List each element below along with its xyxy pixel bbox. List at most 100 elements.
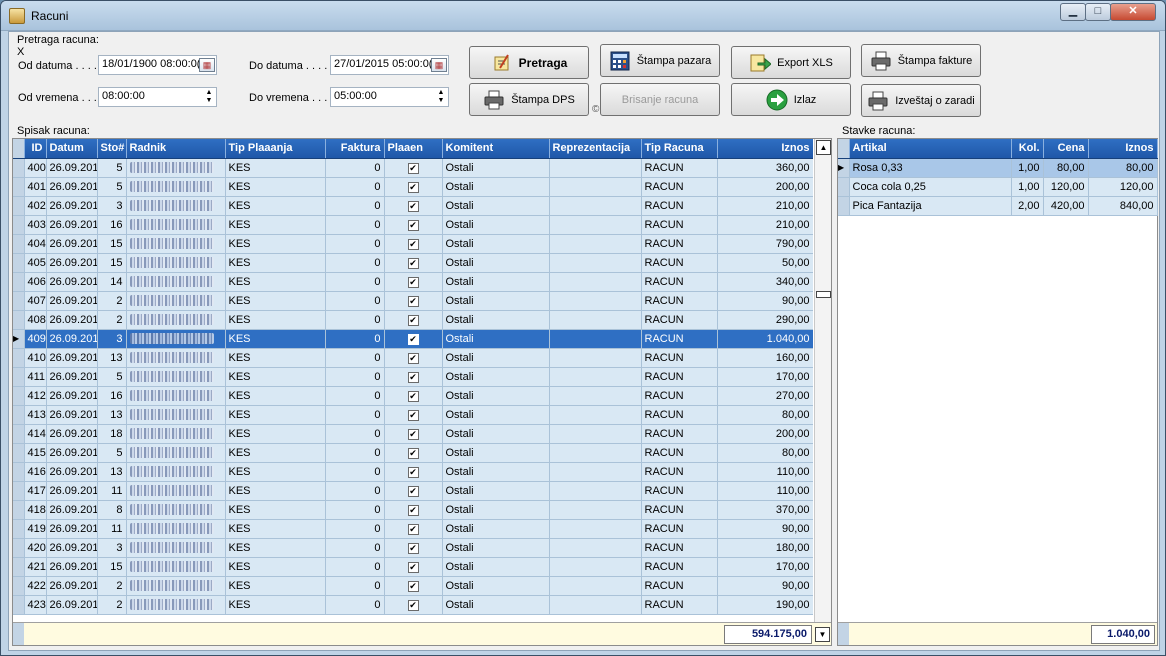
minimize-button[interactable]: ▁ — [1060, 3, 1086, 21]
table-row[interactable]: 411 26.09.201 5 KES 0 ✔ Ostali RACUN 170,00 — [13, 367, 813, 387]
table-row[interactable]: 404 26.09.201 15 KES 0 ✔ Ostali RACUN 790,00 — [13, 234, 813, 254]
table-row[interactable]: 410 26.09.201 13 KES 0 ✔ Ostali RACUN 160,00 — [13, 348, 813, 368]
column-header[interactable]: Sto# — [97, 139, 127, 159]
column-header[interactable]: Kol. — [1011, 139, 1044, 159]
time-spinner-icon[interactable]: ▲ ▼ — [203, 89, 215, 105]
stampa-fakture-button[interactable]: Štampa fakture — [861, 44, 981, 77]
table-row[interactable]: 402 26.09.201 3 KES 0 ✔ Ostali RACUN 210,00 — [13, 196, 813, 216]
placen-checkbox[interactable]: ✔ — [407, 314, 419, 326]
placen-checkbox[interactable]: ✔ — [407, 599, 419, 611]
table-row[interactable]: ▶ Rosa 0,33 1,00 80,00 80,00 — [838, 158, 1158, 178]
racuni-scrollbar[interactable]: ▲ — [814, 139, 831, 622]
placen-checkbox[interactable]: ✔ — [407, 238, 419, 250]
table-row[interactable]: 421 26.09.201 15 KES 0 ✔ Ostali RACUN 170,00 — [13, 557, 813, 577]
placen-checkbox[interactable]: ✔ — [407, 466, 419, 478]
column-header[interactable]: Cena — [1043, 139, 1089, 159]
do-vremena-field[interactable]: 05:00:00 ▲ ▼ — [330, 87, 449, 107]
table-row[interactable]: 406 26.09.201 14 KES 0 ✔ Ostali RACUN 340,00 — [13, 272, 813, 292]
izlaz-button[interactable]: Izlaz — [731, 83, 851, 116]
table-row[interactable]: 419 26.09.201 11 KES 0 ✔ Ostali RACUN 90,00 — [13, 519, 813, 539]
row-indicator[interactable] — [13, 272, 25, 292]
column-header[interactable]: Iznos — [1088, 139, 1158, 159]
placen-checkbox[interactable]: ✔ — [407, 428, 419, 440]
placen-checkbox[interactable]: ✔ — [407, 352, 419, 364]
time-spinner-icon[interactable]: ▲ ▼ — [435, 89, 447, 105]
pretraga-button[interactable]: Pretraga — [469, 46, 589, 79]
row-indicator[interactable] — [838, 196, 850, 216]
placen-checkbox[interactable]: ✔ — [407, 333, 419, 345]
row-indicator[interactable]: ▶ — [13, 329, 25, 349]
table-row[interactable]: 400 26.09.201 5 KES 0 ✔ Ostali RACUN 360,00 — [13, 158, 813, 178]
column-header[interactable]: Plaaen — [384, 139, 443, 159]
table-row[interactable]: 412 26.09.201 16 KES 0 ✔ Ostali RACUN 270,00 — [13, 386, 813, 406]
placen-checkbox[interactable]: ✔ — [407, 523, 419, 535]
column-header[interactable]: Radnik — [126, 139, 226, 159]
table-row[interactable]: 416 26.09.201 13 KES 0 ✔ Ostali RACUN 110,00 — [13, 462, 813, 482]
column-header[interactable]: Artikal — [849, 139, 1012, 159]
table-row[interactable]: 417 26.09.201 11 KES 0 ✔ Ostali RACUN 110,00 — [13, 481, 813, 501]
table-row[interactable]: ▶ 409 26.09.201 3 KES 0 ✔ Ostali RACUN 1.040,00 — [13, 329, 813, 349]
column-header[interactable]: ID — [24, 139, 47, 159]
export-xls-button[interactable]: Export XLS — [731, 46, 851, 79]
row-indicator[interactable] — [13, 234, 25, 254]
row-indicator[interactable] — [13, 500, 25, 520]
table-row[interactable]: 413 26.09.201 13 KES 0 ✔ Ostali RACUN 80,00 — [13, 405, 813, 425]
row-indicator[interactable] — [13, 462, 25, 482]
placen-checkbox[interactable]: ✔ — [407, 162, 419, 174]
row-indicator[interactable] — [13, 386, 25, 406]
placen-checkbox[interactable]: ✔ — [407, 561, 419, 573]
row-indicator[interactable] — [13, 177, 25, 197]
row-indicator[interactable] — [13, 215, 25, 235]
row-indicator[interactable] — [13, 348, 25, 368]
row-indicator[interactable] — [13, 519, 25, 539]
placen-checkbox[interactable]: ✔ — [407, 504, 419, 516]
placen-checkbox[interactable]: ✔ — [407, 257, 419, 269]
row-indicator[interactable] — [13, 291, 25, 311]
row-indicator[interactable] — [838, 177, 850, 197]
do-datuma-field[interactable]: 27/01/2015 05:00:0( ▦ — [330, 55, 449, 75]
table-row[interactable]: 418 26.09.201 8 KES 0 ✔ Ostali RACUN 370,00 — [13, 500, 813, 520]
placen-checkbox[interactable]: ✔ — [407, 447, 419, 459]
column-header[interactable]: Faktura — [325, 139, 385, 159]
row-indicator[interactable] — [13, 595, 25, 615]
table-row[interactable]: Coca cola 0,25 1,00 120,00 120,00 — [838, 177, 1158, 197]
table-row[interactable]: 403 26.09.201 16 KES 0 ✔ Ostali RACUN 210,00 — [13, 215, 813, 235]
table-row[interactable]: 415 26.09.201 5 KES 0 ✔ Ostali RACUN 80,00 — [13, 443, 813, 463]
row-indicator[interactable] — [13, 424, 25, 444]
title-bar[interactable]: Racuni ▁ □ ✕ — [1, 1, 1165, 31]
close-button[interactable]: ✕ — [1110, 3, 1156, 21]
row-indicator[interactable] — [13, 405, 25, 425]
izvestaj-o-zaradi-button[interactable]: Izveštaj o zaradi — [861, 84, 981, 117]
scroll-down-icon[interactable]: ▼ — [815, 627, 830, 642]
placen-checkbox[interactable]: ✔ — [407, 295, 419, 307]
column-header[interactable]: Reprezentacija — [549, 139, 642, 159]
placen-checkbox[interactable]: ✔ — [407, 390, 419, 402]
placen-checkbox[interactable]: ✔ — [407, 200, 419, 212]
calendar-icon[interactable]: ▦ — [431, 58, 447, 72]
column-header[interactable]: Tip Plaaanja — [225, 139, 326, 159]
placen-checkbox[interactable]: ✔ — [407, 371, 419, 383]
stampa-dps-button[interactable]: Štampa DPS — [469, 83, 589, 116]
table-row[interactable]: 414 26.09.201 18 KES 0 ✔ Ostali RACUN 200,00 — [13, 424, 813, 444]
table-row[interactable]: 408 26.09.201 2 KES 0 ✔ Ostali RACUN 290,00 — [13, 310, 813, 330]
row-indicator[interactable]: ▶ — [838, 158, 850, 178]
table-row[interactable]: Pica Fantazija 2,00 420,00 840,00 — [838, 196, 1158, 216]
row-indicator[interactable] — [13, 538, 25, 558]
placen-checkbox[interactable]: ✔ — [407, 276, 419, 288]
brisanje-racuna-button[interactable]: Brisanje racuna — [600, 83, 720, 116]
od-vremena-field[interactable]: 08:00:00 ▲ ▼ — [98, 87, 217, 107]
row-indicator[interactable] — [13, 158, 25, 178]
row-indicator[interactable] — [13, 367, 25, 387]
placen-checkbox[interactable]: ✔ — [407, 580, 419, 592]
column-header[interactable]: Datum — [46, 139, 98, 159]
table-row[interactable]: 407 26.09.201 2 KES 0 ✔ Ostali RACUN 90,00 — [13, 291, 813, 311]
table-row[interactable]: 401 26.09.201 5 KES 0 ✔ Ostali RACUN 200,00 — [13, 177, 813, 197]
stampa-pazara-button[interactable]: Štampa pazara — [600, 44, 720, 77]
placen-checkbox[interactable]: ✔ — [407, 181, 419, 193]
row-indicator[interactable] — [13, 310, 25, 330]
maximize-button[interactable]: □ — [1085, 3, 1111, 21]
row-indicator[interactable] — [13, 443, 25, 463]
row-indicator[interactable] — [13, 253, 25, 273]
table-row[interactable]: 423 26.09.201 2 KES 0 ✔ Ostali RACUN 190,00 — [13, 595, 813, 615]
scrollbar-thumb[interactable] — [816, 291, 831, 298]
